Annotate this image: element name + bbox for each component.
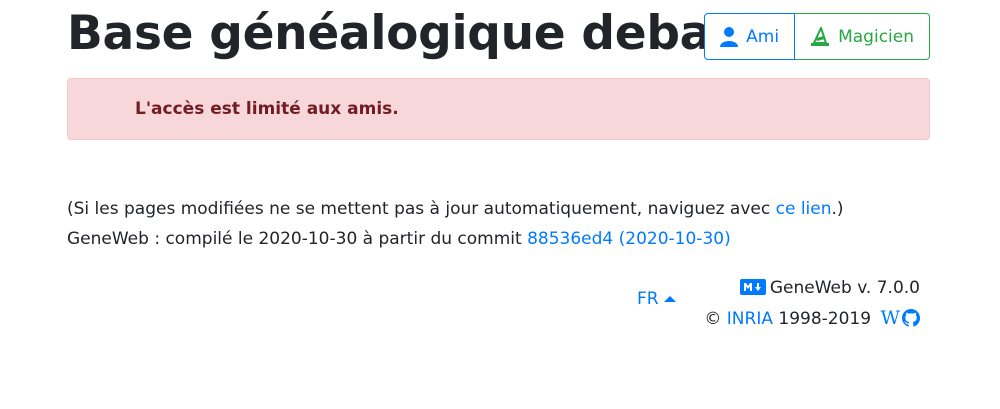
refresh-note: (Si les pages modifiées ne se mettent pa…	[67, 194, 844, 224]
access-alert: L'accès est limité aux amis.	[67, 78, 930, 140]
copyright-line: © INRIA 1998-2019 W	[704, 304, 920, 336]
github-icon[interactable]	[902, 308, 920, 336]
user-icon	[720, 26, 739, 47]
wikipedia-icon[interactable]: W	[880, 307, 900, 329]
commit-link[interactable]: 88536ed4 (2020-10-30)	[527, 229, 731, 249]
refresh-note-prefix: (Si les pages modifiées ne se mettent pa…	[67, 199, 776, 219]
compile-note-prefix: GeneWeb : compilé le 2020-10-30 à partir…	[67, 229, 528, 249]
version-line: GeneWeb v. 7.0.0	[704, 274, 920, 304]
compile-note: GeneWeb : compilé le 2020-10-30 à partir…	[67, 224, 844, 254]
alert-message: L'accès est limité aux amis.	[135, 99, 399, 119]
info-block: (Si les pages modifiées ne se mettent pa…	[67, 194, 844, 254]
refresh-note-suffix: .)	[831, 199, 844, 219]
ami-label: Ami	[746, 26, 780, 47]
magicien-button[interactable]: Magicien	[795, 13, 930, 60]
language-selector[interactable]: FR	[637, 289, 676, 309]
header: Base généalogique debast Ami Magicien	[67, 0, 930, 78]
ami-button[interactable]: Ami	[704, 13, 796, 60]
version-text: GeneWeb v. 7.0.0	[769, 278, 920, 298]
copyright-years: 1998-2019	[778, 309, 872, 329]
inria-link[interactable]: INRIA	[727, 309, 773, 329]
copyright-symbol: ©	[704, 309, 722, 329]
markdown-icon	[739, 276, 766, 304]
wizard-hat-icon	[810, 26, 830, 47]
page-title: Base généalogique debast	[67, 6, 761, 61]
page-container: Base généalogique debast Ami Magicien L'…	[67, 0, 930, 329]
refresh-link[interactable]: ce lien	[776, 199, 832, 219]
footer-info: GeneWeb v. 7.0.0 © INRIA 1998-2019 W	[704, 274, 920, 336]
language-label: FR	[637, 289, 659, 309]
magicien-label: Magicien	[838, 26, 914, 47]
access-button-group: Ami Magicien	[704, 13, 930, 60]
caret-up-icon	[663, 296, 676, 302]
